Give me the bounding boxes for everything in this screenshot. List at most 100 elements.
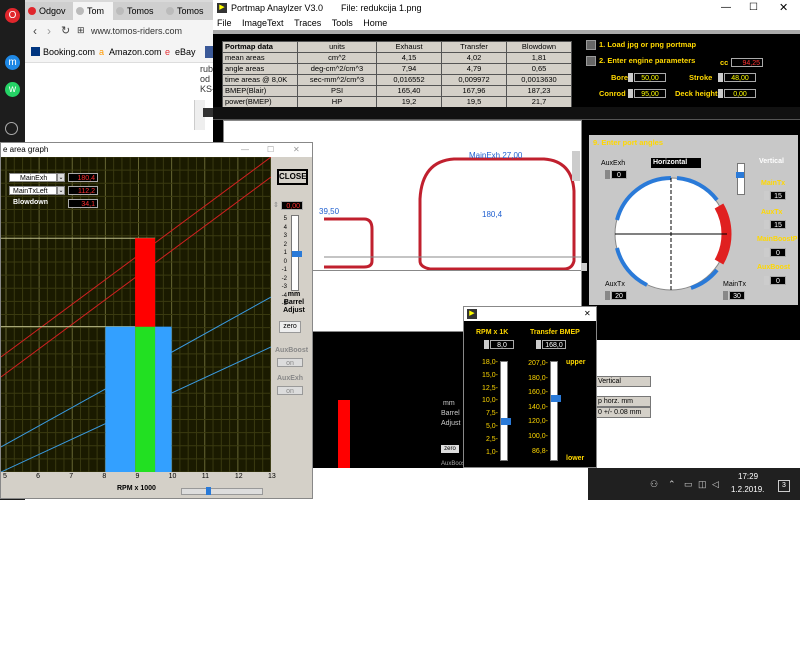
vertical-dropdown[interactable]: Vertical <box>595 376 651 387</box>
slider-thumb[interactable] <box>206 487 211 495</box>
maximize-icon[interactable]: ☐ <box>267 143 274 157</box>
behind-bar <box>338 400 350 468</box>
speed-dial-grid-icon[interactable]: ⊞ <box>77 25 85 36</box>
slider-thumb[interactable] <box>551 395 561 402</box>
network-icon[interactable]: ◫ <box>698 479 707 490</box>
slider-thumb[interactable] <box>292 251 302 257</box>
rpm-label: RPM x 1K <box>476 329 509 336</box>
mainboostp-input[interactable]: 0 <box>770 248 786 257</box>
auxboost-toggle[interactable]: on <box>277 358 303 367</box>
deck-input[interactable]: 0,00 <box>724 89 756 98</box>
bore-spinner[interactable] <box>628 73 633 82</box>
rpm-input[interactable]: 8,0 <box>490 340 514 349</box>
deck-spinner[interactable] <box>718 89 723 98</box>
clock-date[interactable]: 1.2.2019. <box>731 485 764 494</box>
adjust-stepper-icon[interactable]: ⇕ <box>273 201 279 209</box>
back-icon[interactable]: ‹ <box>33 24 37 38</box>
blowdown-bar <box>135 326 156 472</box>
close-icon[interactable]: ✕ <box>293 143 300 157</box>
bmep-spinner[interactable] <box>536 340 541 349</box>
x-tick-label: 6 <box>36 473 41 480</box>
slider-thumb[interactable] <box>736 172 744 178</box>
port-angle-dial <box>614 176 732 291</box>
maintx-bottom-input[interactable]: 30 <box>729 291 745 300</box>
labview-icon: ▶ <box>217 3 227 13</box>
menu-tools[interactable]: Tools <box>332 18 353 28</box>
chevron-down-icon[interactable]: ⌄ <box>57 186 65 195</box>
auxtx-spinner[interactable] <box>764 220 769 229</box>
menu-traces[interactable]: Traces <box>294 18 321 28</box>
graph-close-button[interactable]: CLOSE <box>277 169 308 185</box>
graph-title-bar: e area graph — ☐ ✕ <box>1 143 312 157</box>
rpm-slider[interactable] <box>500 361 511 461</box>
messenger-icon[interactable]: m <box>5 55 20 70</box>
canvas-scrollbar[interactable] <box>572 151 580 181</box>
search-icon[interactable] <box>5 122 18 135</box>
menu-home[interactable]: Home <box>363 18 387 28</box>
ebay-icon: e <box>165 47 171 57</box>
whatsapp-icon[interactable]: w <box>5 82 20 97</box>
auxtx-bottom-input[interactable]: 20 <box>611 291 627 300</box>
behind-zero-button[interactable]: zero <box>441 445 459 453</box>
reload-icon[interactable]: ↻ <box>61 24 70 37</box>
chevron-down-icon[interactable]: ⌄ <box>57 173 65 182</box>
mainboostp-spinner[interactable] <box>764 248 769 257</box>
maintx-spinner[interactable] <box>764 191 769 200</box>
stroke-spinner[interactable] <box>718 73 723 82</box>
auxtx-input[interactable]: 15 <box>770 220 786 229</box>
minimize-icon[interactable]: — <box>721 0 731 16</box>
minimize-icon[interactable]: — <box>241 143 249 157</box>
maximize-icon[interactable]: ☐ <box>749 0 758 16</box>
volume-icon[interactable]: ◁ <box>712 479 719 490</box>
orientation-toggle[interactable]: Horizontal <box>651 158 701 168</box>
orientation-slider[interactable] <box>736 163 745 195</box>
rpm-scale: 18,0- 15,0- 12,5- 10,0- 7,5- 5,0- 2,5- 1,0- <box>482 359 498 456</box>
menu-bar: File ImageText Traces Tools Home <box>213 16 800 30</box>
zero-button[interactable]: zero <box>279 321 301 333</box>
bmep-slider[interactable] <box>550 361 561 461</box>
auxexh-label: AuxExh <box>277 375 304 382</box>
x-axis-label: RPM x 1000 <box>117 485 156 492</box>
stroke-input[interactable]: 48,00 <box>724 73 756 82</box>
rpm-range-slider[interactable] <box>181 487 263 495</box>
auxboost-spinner[interactable] <box>764 276 769 285</box>
forward-icon[interactable]: › <box>47 24 51 38</box>
close-icon[interactable]: ✕ <box>584 307 591 321</box>
bookmark-link[interactable]: Amazon.com <box>109 47 162 57</box>
bookmark-link[interactable]: eBay <box>175 47 196 57</box>
slider-thumb[interactable] <box>501 418 511 425</box>
bore-input[interactable]: 50,00 <box>634 73 666 82</box>
auxexh-toggle[interactable]: on <box>277 386 303 395</box>
rpm-spinner[interactable] <box>484 340 489 349</box>
conrod-spinner[interactable] <box>628 89 633 98</box>
step2-button[interactable] <box>586 56 596 66</box>
notification-icon[interactable]: 3 <box>778 480 790 492</box>
clock-time[interactable]: 17:29 <box>738 472 758 481</box>
conrod-label: Conrod <box>599 89 626 98</box>
x-tick-label: 7 <box>69 473 74 480</box>
barrel-adjust-slider[interactable] <box>291 215 302 291</box>
menu-file[interactable]: File <box>217 18 232 28</box>
chevron-up-icon[interactable]: ⌃ <box>668 479 676 490</box>
legend-row-maintxleft[interactable]: MainTxLeft <box>9 186 57 195</box>
opera-logo-icon[interactable]: O <box>5 8 20 23</box>
conrod-input[interactable]: 95,00 <box>634 89 666 98</box>
close-icon[interactable]: ✕ <box>779 0 788 16</box>
auxtx-bottom-spinner[interactable] <box>605 291 610 300</box>
legend-row-mainexh[interactable]: MainExh <box>9 173 57 182</box>
menu-imagetext[interactable]: ImageText <box>242 18 284 28</box>
step1-button[interactable] <box>586 40 596 50</box>
step2-label: 2. Enter engine parameters <box>599 56 696 65</box>
transfer-canvas-label: 39,50 <box>319 207 340 216</box>
behind-graph-area: mm Barrel Adjust zero AuxBoost <box>313 340 467 468</box>
bmep-input[interactable]: 168,0 <box>542 340 566 349</box>
mainexh-bar-top <box>135 238 156 327</box>
url-field[interactable]: www.tomos-riders.com <box>91 26 182 36</box>
bookmark-link[interactable]: Booking.com <box>43 47 95 57</box>
maintx-bottom-spinner[interactable] <box>723 291 728 300</box>
horz-mm-dropdown[interactable]: p horz. mm <box>595 396 651 407</box>
maintx-input[interactable]: 15 <box>770 191 786 200</box>
people-icon[interactable]: ⚇ <box>650 479 658 490</box>
battery-icon[interactable]: ▭ <box>684 479 693 490</box>
auxboost-input[interactable]: 0 <box>770 276 786 285</box>
